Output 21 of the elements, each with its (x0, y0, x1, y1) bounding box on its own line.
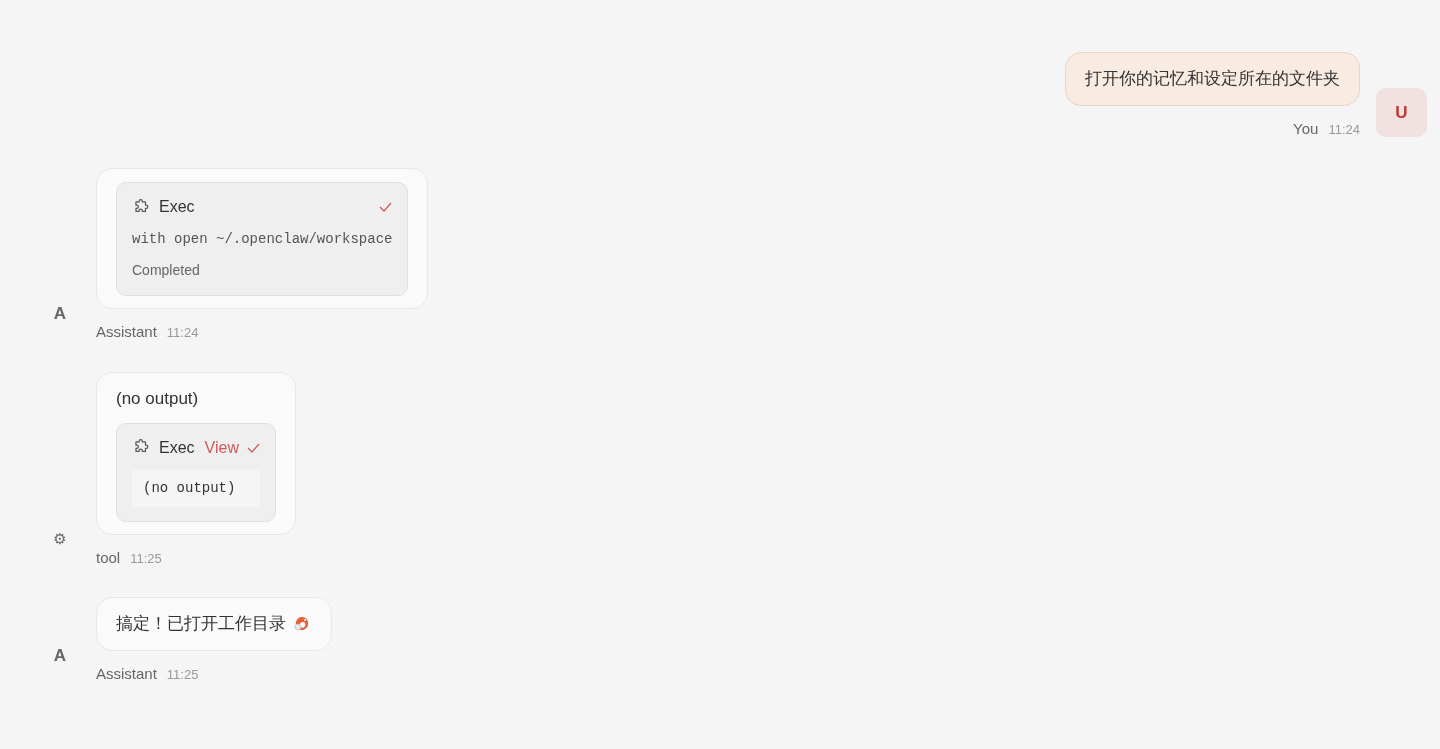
user-avatar: U (1376, 88, 1427, 137)
assistant-avatar: A (52, 302, 68, 325)
message-text: (no output) (116, 387, 199, 410)
tool-name: Exec (159, 197, 195, 217)
assistant-avatar: A (52, 644, 68, 667)
timestamp: 11:25 (166, 666, 199, 684)
timestamp: 11:24 (166, 324, 199, 342)
timestamp: 11:25 (130, 549, 162, 568)
timestamp: 11:24 (1328, 120, 1360, 139)
sender-name: Assistant (96, 664, 157, 684)
message-text: 搞定！已打开工作目录 (116, 613, 286, 635)
tool-name: Exec (159, 437, 195, 458)
sender-name: You (1293, 118, 1319, 139)
sender-name: Assistant (96, 322, 157, 342)
view-link[interactable]: View (204, 435, 239, 460)
status-text: Completed (132, 261, 201, 280)
output-block: (no output) (132, 469, 260, 507)
message-bubble: 打开你的记忆和设定所在的文件夹 (1065, 52, 1360, 106)
command-text: with open ~/.openclaw/workspace (132, 230, 393, 249)
tool-avatar: ⚙ (52, 528, 68, 550)
sender-name: tool (96, 547, 121, 568)
